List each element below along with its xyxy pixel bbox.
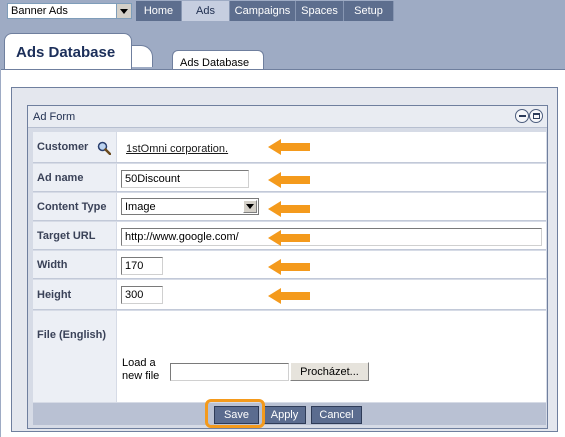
content-type-value: Image [125, 201, 156, 213]
search-icon[interactable] [97, 141, 111, 155]
tab-home[interactable]: Home [136, 1, 182, 21]
form-button-bar: Save Apply Cancel [33, 403, 546, 425]
file-cell: Load a new file Procházet... [117, 311, 546, 402]
form-title: Ad Form [33, 111, 76, 123]
apply-button[interactable]: Apply [263, 406, 306, 424]
app-select-value: Banner Ads [11, 5, 68, 17]
width-input[interactable]: 170 [121, 257, 163, 275]
target-url-input[interactable]: http://www.google.com/ [121, 228, 542, 246]
upload-label: Load a new file [122, 357, 160, 382]
minimize-icon[interactable] [515, 109, 529, 123]
target-url-cell: http://www.google.com/ [117, 222, 546, 249]
file-row: File (English) Load a new file Procházet… [33, 311, 546, 402]
width-cell: 170 [117, 251, 546, 278]
tab-ads[interactable]: Ads [182, 1, 230, 21]
arrow-left-icon [268, 172, 310, 188]
arrow-left-icon [268, 201, 310, 217]
maximize-icon[interactable] [529, 109, 543, 123]
file-label: File (English) [33, 311, 116, 402]
content-type-label: Content Type [33, 193, 116, 220]
arrow-left-icon [268, 259, 310, 275]
height-cell: 300 [117, 280, 546, 309]
chevron-down-icon[interactable] [116, 4, 131, 18]
arrow-left-icon [268, 139, 310, 155]
file-path-input[interactable] [170, 363, 289, 381]
chevron-down-icon[interactable] [243, 200, 257, 213]
cancel-button[interactable]: Cancel [311, 406, 362, 424]
content-type-cell: Image [117, 193, 546, 220]
browse-button[interactable]: Procházet... [290, 362, 369, 381]
target-url-label: Target URL [33, 222, 116, 249]
height-input[interactable]: 300 [121, 286, 163, 304]
content-type-select[interactable]: Image [121, 198, 259, 215]
ad-name-input[interactable]: 50Discount [121, 170, 249, 188]
top-nav-bar: Banner Ads Home Ads Campaigns Spaces Set… [0, 0, 565, 21]
customer-value-cell: 1stOmni corporation. [117, 132, 546, 162]
tab-setup[interactable]: Setup [344, 1, 394, 21]
save-highlight [205, 399, 265, 428]
main-tab-label: Ads Database [16, 44, 116, 61]
tab-campaigns[interactable]: Campaigns [230, 1, 296, 21]
form-header: Ad Form [28, 106, 547, 128]
arrow-left-icon [268, 230, 310, 246]
app-select[interactable]: Banner Ads [7, 3, 132, 19]
width-label: Width [33, 251, 116, 278]
ad-name-label: Ad name [33, 164, 116, 191]
customer-link[interactable]: 1stOmni corporation. [126, 143, 228, 155]
sub-tab-label: Ads Database [180, 57, 250, 69]
height-label: Height [33, 280, 116, 309]
main-tab-fold [131, 45, 153, 67]
tab-spaces[interactable]: Spaces [296, 1, 344, 21]
arrow-left-icon [268, 288, 310, 304]
ad-name-cell: 50Discount [117, 164, 546, 191]
